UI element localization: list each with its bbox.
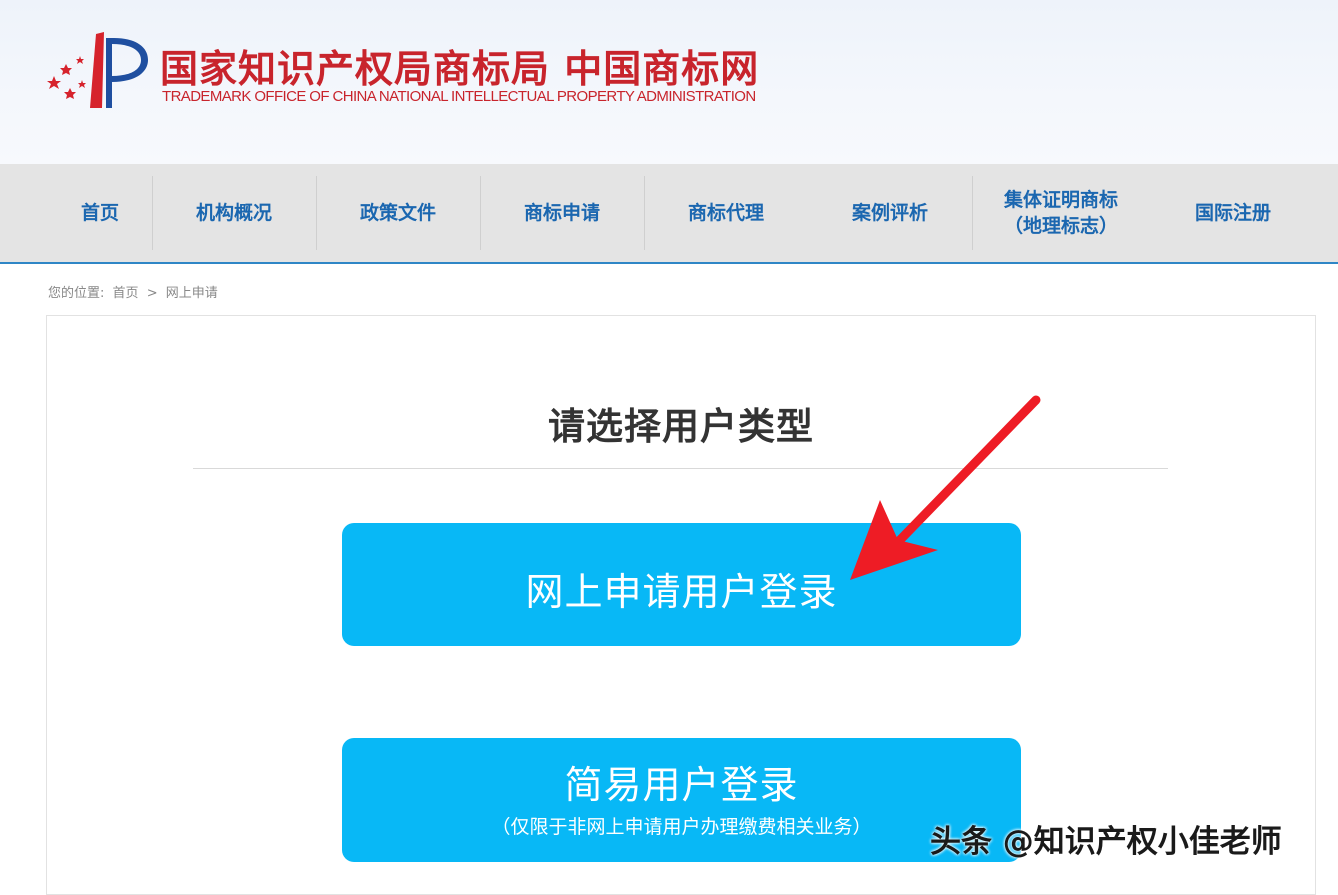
breadcrumb-prefix: 您的位置: bbox=[48, 286, 105, 301]
nav-item-geo-marks-line1: 集体证明商标 bbox=[1003, 189, 1118, 211]
nav-item-geo-marks[interactable]: 集体证明商标 （地理标志） bbox=[973, 176, 1149, 250]
trademark-office-logo-icon[interactable] bbox=[44, 28, 154, 114]
nav-item-policy[interactable]: 政策文件 bbox=[317, 176, 479, 250]
breadcrumb-current: 网上申请 bbox=[165, 286, 218, 301]
site-title-en: TRADEMARK OFFICE OF CHINA NATIONAL INTEL… bbox=[162, 88, 756, 105]
site-header: 国家知识产权局商标局 中国商标网 TRADEMARK OFFICE OF CHI… bbox=[0, 0, 1338, 164]
online-applicant-login-label: 网上申请用户登录 bbox=[525, 570, 838, 614]
breadcrumb-home-link[interactable]: 首页 bbox=[113, 286, 139, 301]
title-divider bbox=[193, 468, 1168, 469]
watermark-text: 头条 @知识产权小佳老师 bbox=[930, 824, 1282, 860]
simple-user-login-note: （仅限于非网上申请用户办理缴费相关业务） bbox=[491, 816, 872, 838]
main-nav: 首页 机构概况 政策文件 商标申请 商标代理 案例评析 集体证明商标 （地理标志… bbox=[0, 164, 1338, 264]
breadcrumb-separator: > bbox=[146, 286, 158, 301]
nav-item-agency[interactable]: 商标代理 bbox=[645, 176, 807, 250]
nav-item-about[interactable]: 机构概况 bbox=[153, 176, 315, 250]
nav-item-international[interactable]: 国际注册 bbox=[1150, 176, 1316, 250]
nav-item-application[interactable]: 商标申请 bbox=[481, 176, 643, 250]
breadcrumb: 您的位置: 首页 > 网上申请 bbox=[48, 282, 222, 301]
page-title: 请选择用户类型 bbox=[548, 405, 814, 448]
online-applicant-login-button[interactable]: 网上申请用户登录 bbox=[342, 523, 1021, 646]
nav-item-cases[interactable]: 案例评析 bbox=[809, 176, 971, 250]
site-title-cn: 国家知识产权局商标局 中国商标网 bbox=[160, 46, 760, 91]
nav-item-geo-marks-line2: （地理标志） bbox=[1003, 215, 1118, 237]
simple-user-login-button[interactable]: 简易用户登录 （仅限于非网上申请用户办理缴费相关业务） bbox=[342, 738, 1021, 862]
nav-item-home[interactable]: 首页 bbox=[50, 176, 150, 250]
simple-user-login-label: 简易用户登录 bbox=[564, 763, 799, 807]
